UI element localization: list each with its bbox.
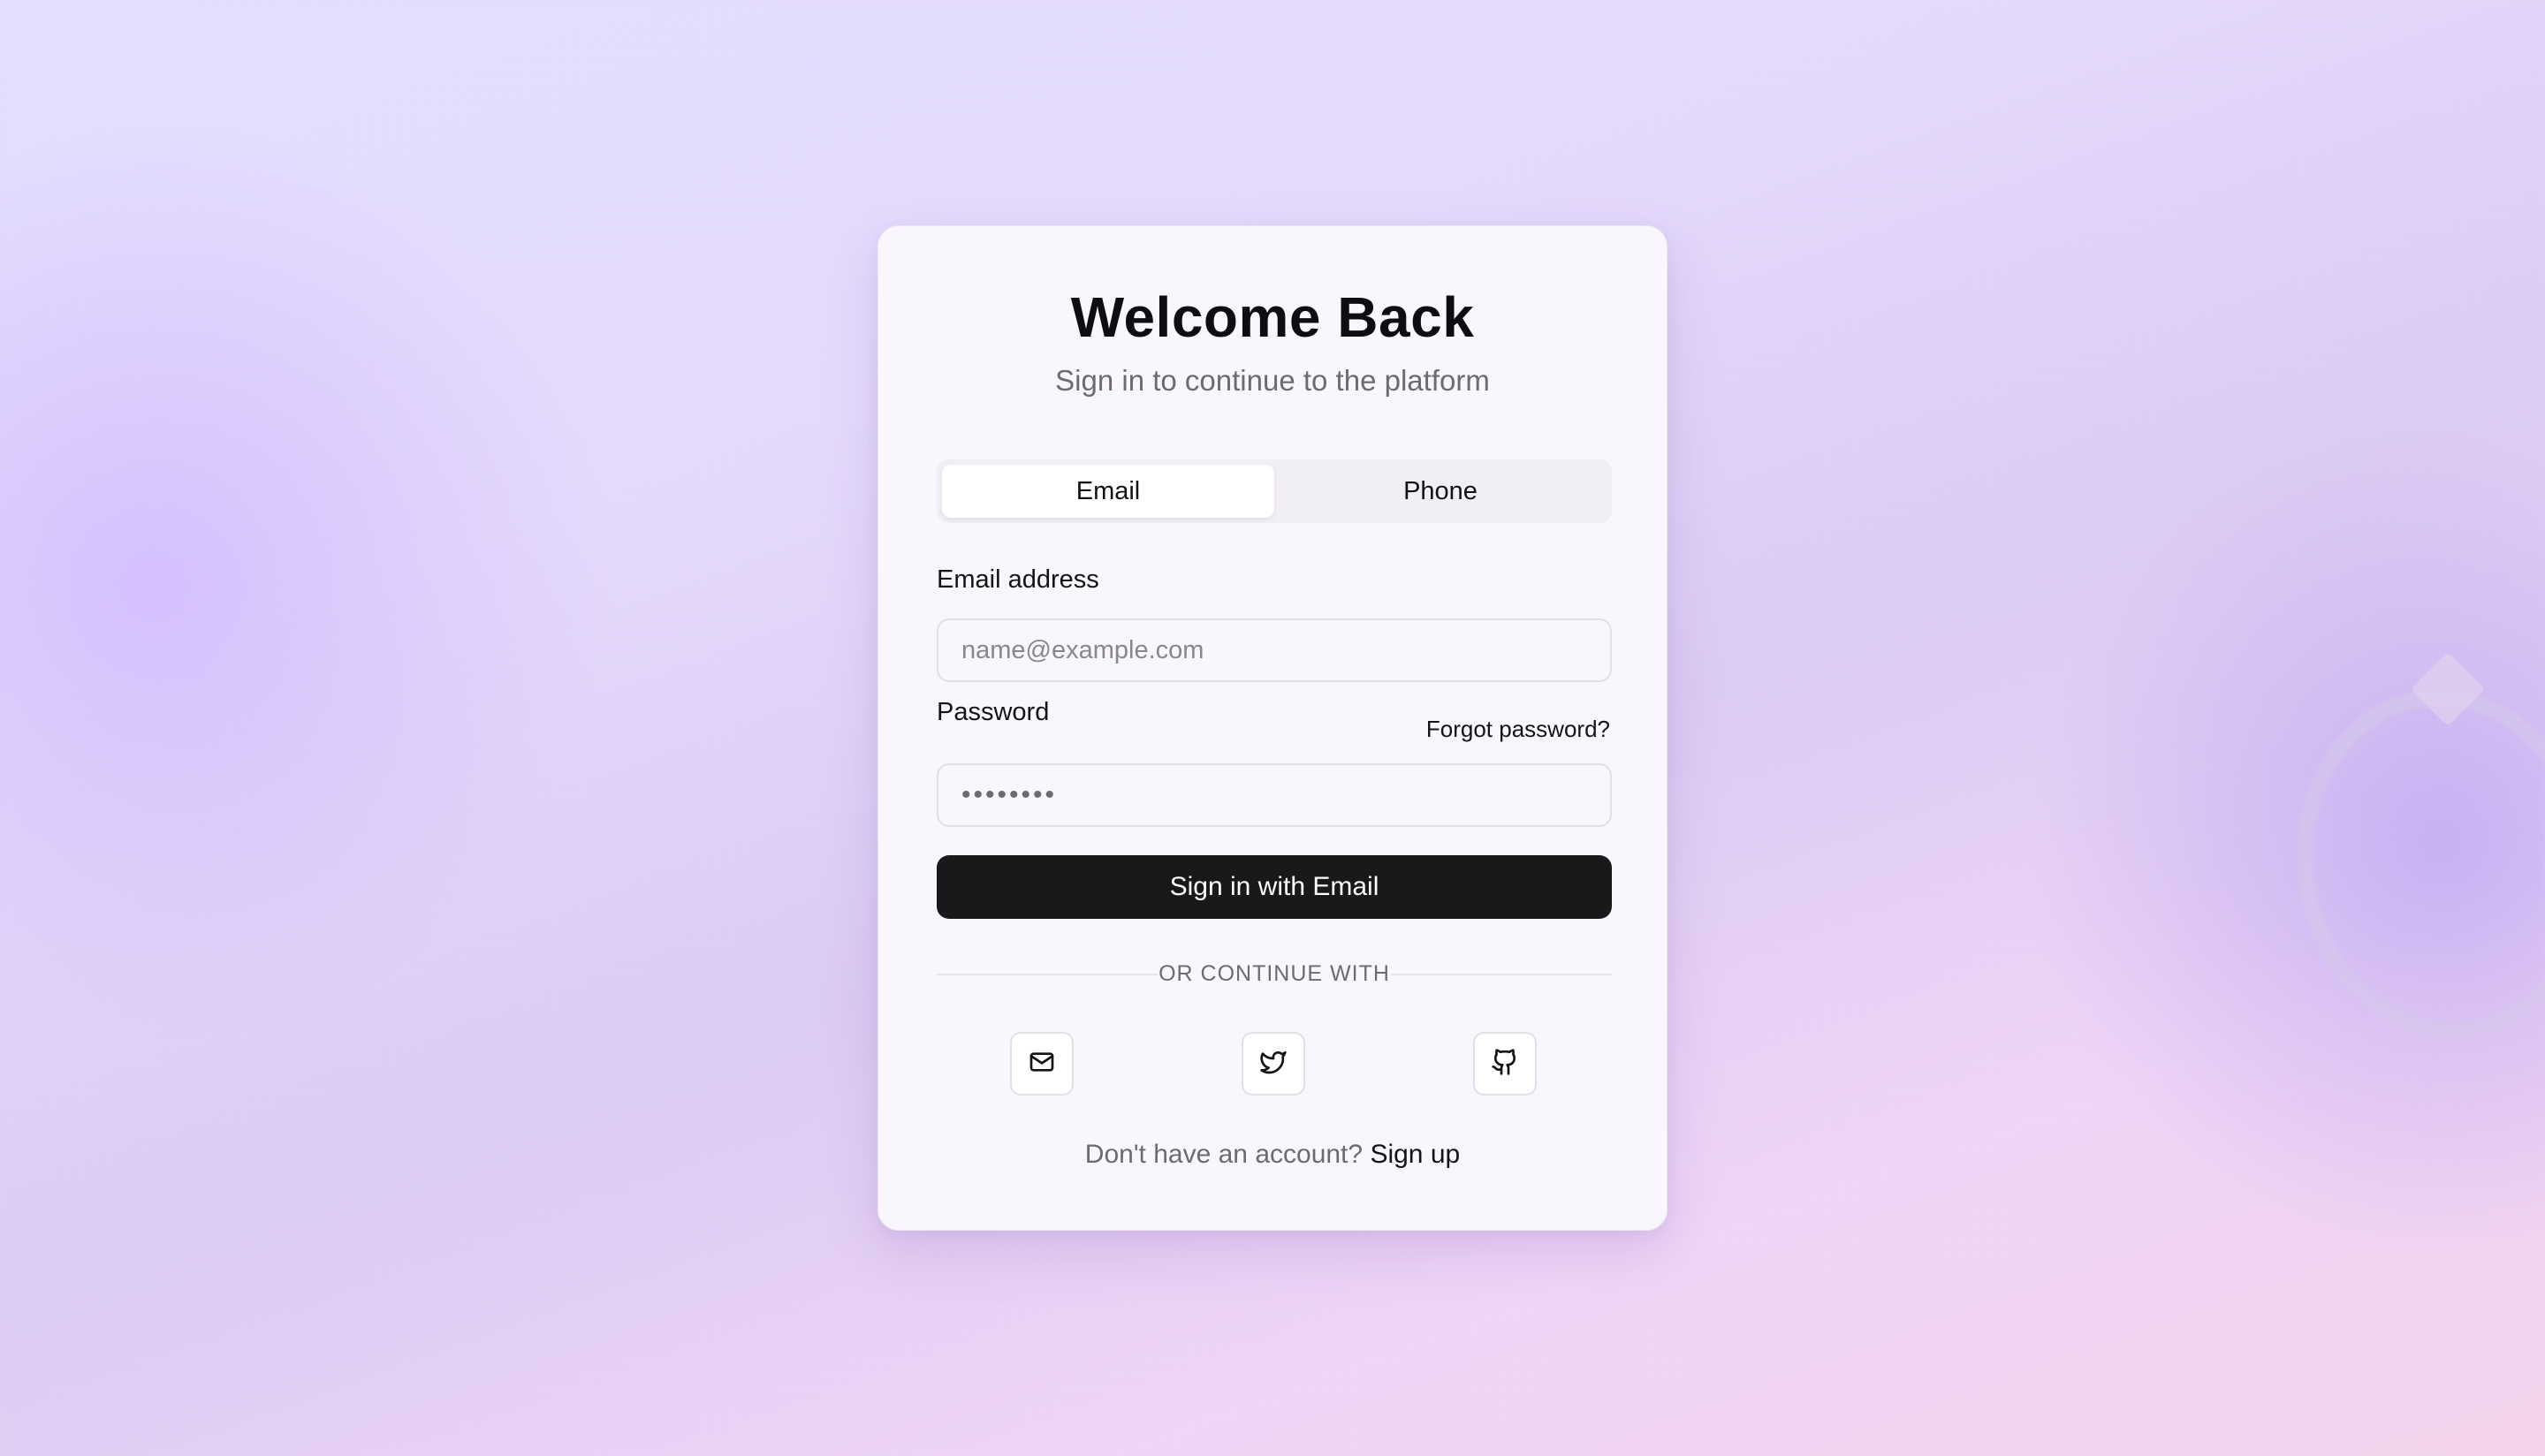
tab-email[interactable]: Email — [942, 465, 1274, 518]
divider: OR CONTINUE WITH — [937, 956, 1612, 991]
mail-icon — [1028, 1048, 1056, 1081]
signup-prompt: Don't have an account? Sign up — [878, 1140, 1667, 1170]
github-icon — [1491, 1048, 1519, 1081]
tab-phone[interactable]: Phone — [1274, 465, 1607, 518]
password-field[interactable]: •••••••• — [937, 763, 1612, 827]
password-label: Password — [937, 698, 1050, 726]
email-field[interactable] — [937, 618, 1612, 682]
page-subtitle: Sign in to continue to the platform — [1055, 364, 1490, 397]
forgot-password-link[interactable]: Forgot password? — [1426, 716, 1610, 743]
sign-in-button[interactable]: Sign in with Email — [937, 855, 1612, 919]
background-decoration — [2275, 670, 2545, 1058]
twitter-login-button[interactable] — [1242, 1032, 1305, 1096]
email-label: Email address — [937, 565, 1099, 594]
signup-prompt-text: Don't have an account? — [1084, 1140, 1364, 1169]
login-card: Welcome Back Sign in to continue to the … — [877, 225, 1668, 1231]
signup-link[interactable]: Sign up — [1370, 1140, 1460, 1169]
page-title: Welcome Back — [1070, 285, 1475, 349]
divider-text: OR CONTINUE WITH — [1159, 961, 1390, 986]
login-method-tabs: Email Phone — [937, 459, 1612, 523]
twitter-icon — [1259, 1048, 1288, 1081]
github-login-button[interactable] — [1473, 1032, 1537, 1096]
mail-login-button[interactable] — [1010, 1032, 1074, 1096]
